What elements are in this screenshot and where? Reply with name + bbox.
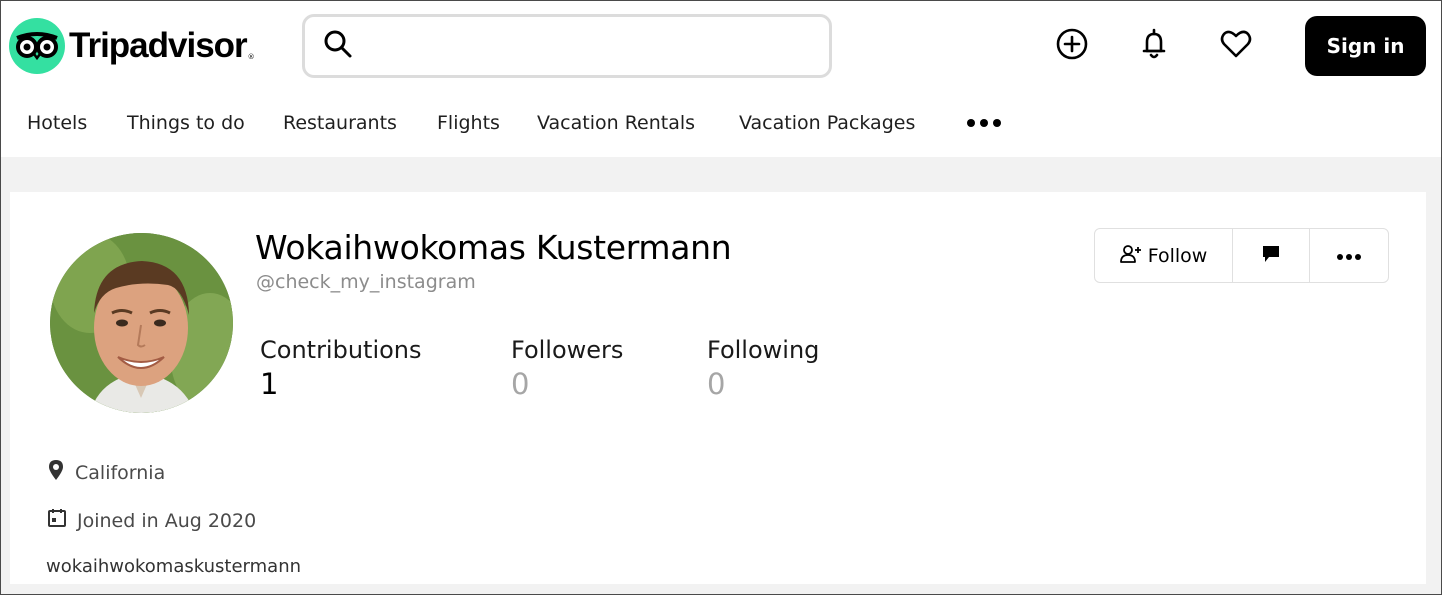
bell-icon bbox=[1138, 27, 1170, 65]
stat-contributions[interactable]: Contributions 1 bbox=[260, 336, 422, 401]
message-icon bbox=[1261, 244, 1281, 268]
joined-row: Joined in Aug 2020 bbox=[47, 508, 256, 533]
follow-button[interactable]: Follow bbox=[1095, 229, 1233, 282]
trademark-mark: ® bbox=[247, 53, 255, 61]
stat-value: 1 bbox=[260, 367, 279, 401]
more-options-button[interactable] bbox=[1310, 229, 1388, 282]
owl-logo-icon bbox=[9, 18, 65, 74]
nav-item-vacation-rentals[interactable]: Vacation Rentals bbox=[537, 101, 695, 145]
stat-followers[interactable]: Followers 0 bbox=[511, 336, 623, 401]
nav-item-hotels[interactable]: Hotels bbox=[27, 101, 87, 145]
add-person-icon bbox=[1119, 244, 1142, 268]
search-icon bbox=[323, 29, 353, 63]
nav-item-things-to-do[interactable]: Things to do bbox=[127, 101, 245, 145]
location-pin-icon bbox=[47, 459, 65, 486]
nav-item-restaurants[interactable]: Restaurants bbox=[283, 101, 397, 145]
stat-value: 0 bbox=[511, 367, 530, 401]
profile-handle: @check_my_instagram bbox=[256, 271, 476, 293]
location-row: California bbox=[47, 459, 165, 486]
profile-bio: wokaihwokomaskustermann bbox=[46, 556, 302, 577]
avatar bbox=[50, 233, 233, 413]
heart-icon bbox=[1219, 28, 1253, 64]
profile-name: Wokaihwokomas Kustermann bbox=[255, 228, 732, 267]
more-horizontal-icon bbox=[965, 119, 1003, 150]
message-button[interactable] bbox=[1233, 229, 1310, 282]
search-box[interactable] bbox=[302, 14, 832, 78]
notifications-button[interactable] bbox=[1134, 26, 1174, 66]
tripadvisor-logo[interactable]: Tripadvisor ® bbox=[9, 18, 255, 74]
nav-more-button[interactable] bbox=[965, 101, 1003, 145]
nav-item-flights[interactable]: Flights bbox=[437, 101, 500, 145]
follow-label: Follow bbox=[1147, 244, 1208, 267]
stat-following[interactable]: Following 0 bbox=[707, 336, 819, 401]
calendar-icon bbox=[47, 508, 67, 533]
favorites-button[interactable] bbox=[1216, 26, 1256, 66]
add-button[interactable] bbox=[1052, 26, 1092, 66]
search-input[interactable] bbox=[363, 17, 829, 75]
joined-text: Joined in Aug 2020 bbox=[77, 509, 257, 532]
logo-wordmark: Tripadvisor bbox=[69, 26, 248, 65]
profile-actions: Follow bbox=[1094, 228, 1389, 283]
more-horizontal-icon bbox=[1336, 246, 1362, 265]
stat-label: Following bbox=[707, 336, 820, 364]
plus-circle-icon bbox=[1055, 27, 1089, 65]
location-text: California bbox=[75, 461, 166, 484]
nav-item-vacation-packages[interactable]: Vacation Packages bbox=[739, 101, 915, 145]
stat-value: 0 bbox=[707, 367, 726, 401]
stat-label: Followers bbox=[511, 336, 624, 364]
profile-card: Wokaihwokomas Kustermann @check_my_insta… bbox=[10, 192, 1426, 584]
stat-label: Contributions bbox=[260, 336, 422, 364]
sign-in-button[interactable]: Sign in bbox=[1305, 16, 1426, 76]
top-bar: Tripadvisor ® Sign in Hotels Things to d… bbox=[1, 1, 1441, 157]
